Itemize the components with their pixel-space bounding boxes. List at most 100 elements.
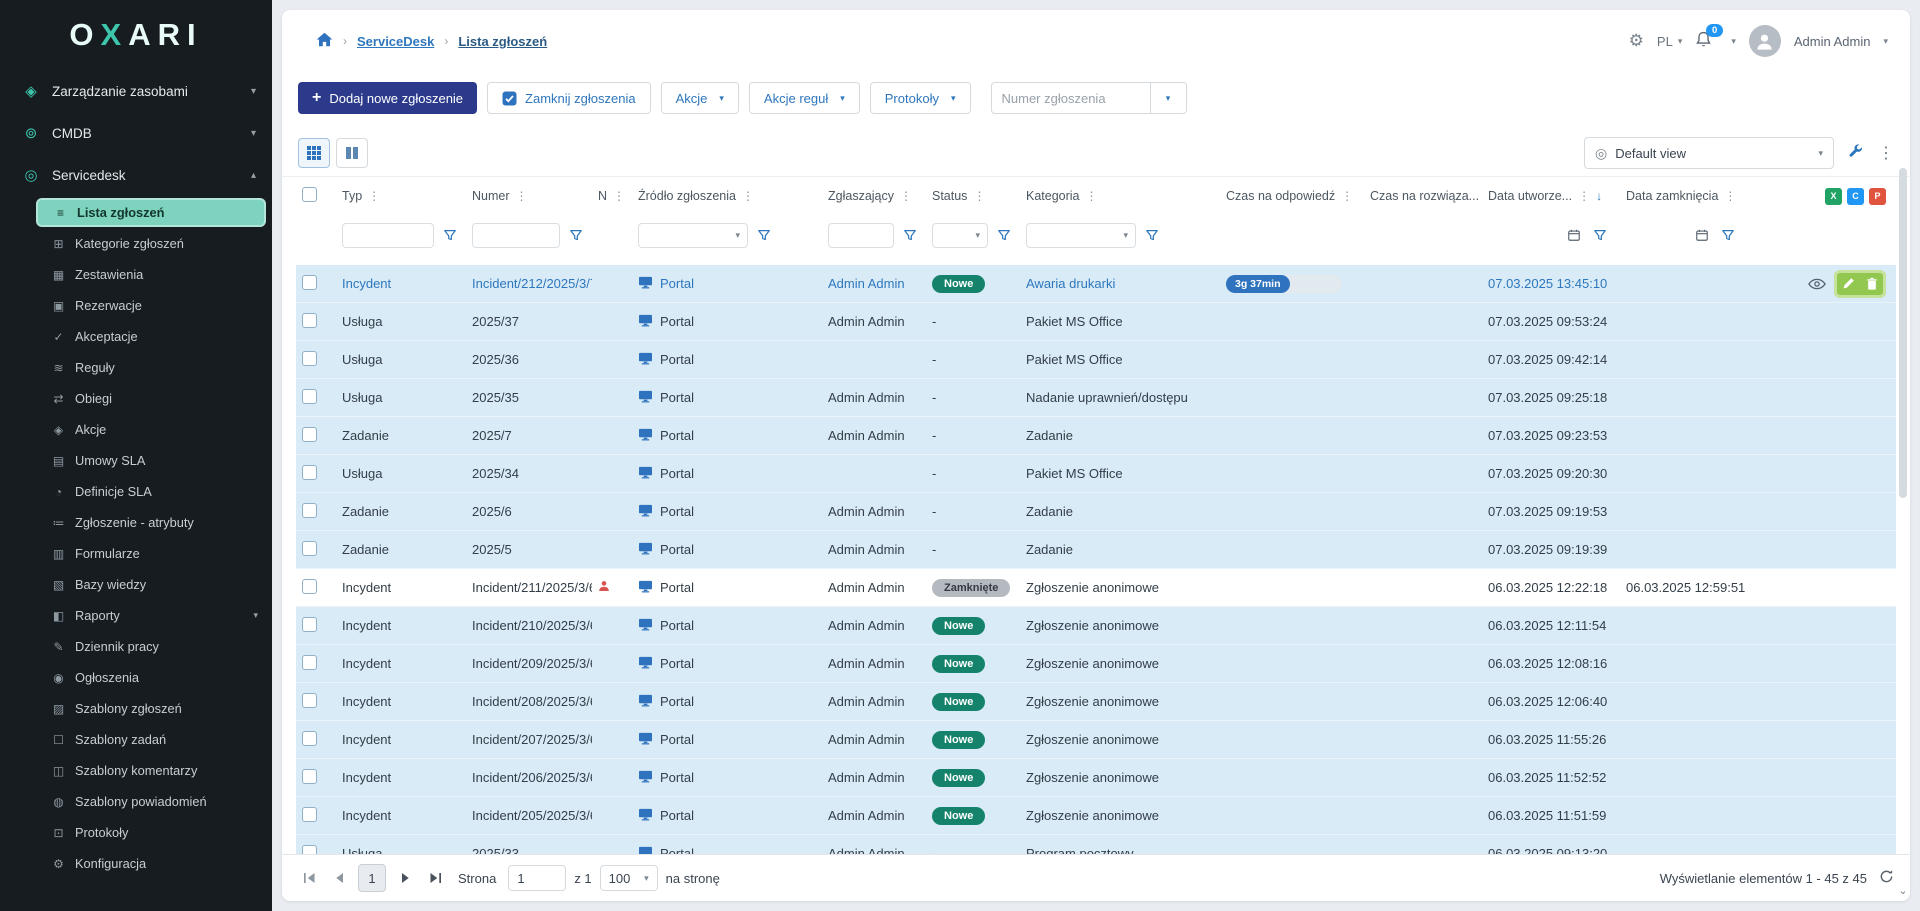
ticket-number-cell[interactable]: 2025/33 — [472, 846, 519, 854]
ticket-number-cell[interactable]: 2025/35 — [472, 390, 519, 405]
preview-eye-icon[interactable] — [1808, 278, 1826, 290]
column-header-data-zamkniecia[interactable]: Data zamknięcia — [1626, 189, 1718, 203]
ticket-number-cell[interactable]: 2025/5 — [472, 542, 512, 557]
sort-desc-icon[interactable]: ↓ — [1596, 189, 1602, 203]
ticket-number-cell[interactable]: Incident/212/2025/3/7 — [472, 276, 592, 291]
row-checkbox[interactable] — [302, 693, 317, 708]
ticket-type-cell[interactable]: Usługa — [342, 466, 382, 481]
calendar-filter-button[interactable] — [1564, 228, 1584, 242]
column-header-data-utworzenia[interactable]: Data utworze... — [1488, 189, 1572, 203]
ticket-type-cell[interactable]: Usługa — [342, 390, 382, 405]
ticket-number-cell[interactable]: 2025/34 — [472, 466, 519, 481]
delete-button[interactable] — [1860, 273, 1883, 295]
sidebar-subitem[interactable]: ✎ Dziennik pracy — [36, 632, 266, 661]
row-checkbox[interactable] — [302, 427, 317, 442]
vertical-scrollbar[interactable]: ⌄ — [1898, 168, 1908, 897]
protocols-dropdown[interactable]: Protokoły ▾ — [870, 82, 971, 114]
sidebar-subitem[interactable]: ≔ Zgłoszenie - atrybuty — [36, 508, 266, 537]
ticket-type-cell[interactable]: Incydent — [342, 732, 391, 747]
ticket-number-cell[interactable]: Incident/211/2025/3/6 — [472, 580, 592, 595]
column-menu-icon[interactable]: ⋮ — [1086, 189, 1098, 203]
table-row[interactable]: Zadanie 2025/6 Portal Admin Admin - Zada… — [296, 493, 1896, 531]
row-checkbox[interactable] — [302, 655, 317, 670]
column-header-zglaszajacy[interactable]: Zgłaszający — [828, 189, 894, 203]
column-header-n[interactable]: N — [598, 189, 607, 203]
last-page-button[interactable] — [424, 867, 446, 889]
filter-category-select[interactable]: ▾ — [1026, 223, 1136, 248]
ticket-type-cell[interactable]: Incydent — [342, 276, 391, 291]
ticket-type-cell[interactable]: Usługa — [342, 314, 382, 329]
sidebar-subitem[interactable]: ◧ Raporty ▾ — [36, 601, 266, 630]
row-checkbox[interactable] — [302, 731, 317, 746]
ticket-type-cell[interactable]: Incydent — [342, 580, 391, 595]
sidebar-item-servicedesk[interactable]: ◎ Servicedesk ▴ — [0, 154, 272, 196]
view-settings-wrench-button[interactable] — [1848, 143, 1864, 164]
ticket-number-cell[interactable]: Incident/205/2025/3/6 — [472, 808, 592, 823]
column-menu-icon[interactable]: ⋮ — [368, 189, 380, 203]
ticket-type-cell[interactable]: Usługa — [342, 352, 382, 367]
table-row[interactable]: Incydent Incident/209/2025/3/6 Portal Ad… — [296, 645, 1896, 683]
row-checkbox[interactable] — [302, 807, 317, 822]
sidebar-subitem[interactable]: ▤ Umowy SLA — [36, 446, 266, 475]
language-selector[interactable]: PL▾ — [1657, 34, 1682, 49]
table-row[interactable]: Usługa 2025/34 Portal - Pakiet MS Office… — [296, 455, 1896, 493]
row-checkbox[interactable] — [302, 845, 317, 855]
table-row[interactable]: Incydent Incident/206/2025/3/6 Portal Ad… — [296, 759, 1896, 797]
sidebar-subitem[interactable]: ▦ Zestawienia — [36, 260, 266, 289]
row-checkbox[interactable] — [302, 503, 317, 518]
ticket-type-cell[interactable]: Zadanie — [342, 504, 389, 519]
sidebar-subitem[interactable]: ◈ Akcje — [36, 415, 266, 444]
close-tickets-button[interactable]: Zamknij zgłoszenia — [487, 82, 651, 114]
column-header-numer[interactable]: Numer — [472, 189, 510, 203]
filter-funnel-button[interactable] — [754, 228, 774, 242]
sidebar-subitem[interactable]: ▥ Formularze — [36, 539, 266, 568]
ticket-number-cell[interactable]: 2025/7 — [472, 428, 512, 443]
filter-numer-input[interactable] — [472, 223, 560, 248]
export-csv-icon[interactable]: C — [1847, 188, 1864, 205]
ticket-number-cell[interactable]: 2025/36 — [472, 352, 519, 367]
column-header-kategoria[interactable]: Kategoria — [1026, 189, 1080, 203]
sidebar-subitem[interactable]: ▧ Bazy wiedzy — [36, 570, 266, 599]
select-all-checkbox[interactable] — [302, 187, 317, 202]
user-menu[interactable]: Admin Admin — [1794, 34, 1871, 49]
first-page-button[interactable] — [298, 867, 320, 889]
refresh-button[interactable] — [1879, 869, 1894, 887]
sidebar-subitem[interactable]: ✓ Akceptacje — [36, 322, 266, 351]
sidebar-subitem[interactable]: ⚙ Konfiguracja — [36, 849, 266, 878]
sidebar-subitem[interactable]: ⇄ Obiegi — [36, 384, 266, 413]
sidebar-subitem[interactable]: ☐ Szablony zadań — [36, 725, 266, 754]
table-row[interactable]: Usługa 2025/36 Portal - Pakiet MS Office… — [296, 341, 1896, 379]
column-menu-icon[interactable]: ⋮ — [742, 189, 754, 203]
view-menu-kebab-icon[interactable]: ⋮ — [1878, 143, 1894, 163]
column-menu-icon[interactable]: ⋮ — [973, 189, 985, 203]
column-header-czas-odpowiedz[interactable]: Czas na odpowiedź — [1226, 189, 1335, 203]
avatar[interactable] — [1749, 25, 1781, 57]
breadcrumb-lista-zgloszen[interactable]: Lista zgłoszeń — [458, 34, 547, 49]
chevron-down-icon[interactable]: ▾ — [1731, 36, 1736, 47]
sidebar-subitem[interactable]: ◔ Definicje SLA — [36, 477, 266, 506]
ticket-type-cell[interactable]: Incydent — [342, 770, 391, 785]
current-page-button[interactable]: 1 — [358, 864, 386, 892]
column-menu-icon[interactable]: ⋮ — [613, 189, 625, 203]
filter-source-select[interactable]: ▾ — [638, 223, 748, 248]
export-excel-icon[interactable]: X — [1825, 188, 1842, 205]
ticket-number-cell[interactable]: 2025/6 — [472, 504, 512, 519]
sidebar-subitem[interactable]: ▨ Szablony zgłoszeń — [36, 694, 266, 723]
table-row[interactable]: Incydent Incident/211/2025/3/6 Portal Ad… — [296, 569, 1896, 607]
table-row[interactable]: Zadanie 2025/7 Portal Admin Admin - Zada… — [296, 417, 1896, 455]
filter-funnel-button[interactable] — [566, 228, 586, 242]
edit-button[interactable] — [1837, 273, 1860, 295]
ticket-type-cell[interactable]: Incydent — [342, 656, 391, 671]
ticket-number-cell[interactable]: Incident/207/2025/3/6 — [472, 732, 592, 747]
rule-actions-dropdown[interactable]: Akcje reguł ▾ — [749, 82, 860, 114]
sidebar-subitem[interactable]: ◍ Szablony powiadomień — [36, 787, 266, 816]
column-header-czas-rozwiazania[interactable]: Czas na rozwiąza... — [1370, 189, 1479, 203]
filter-reporter-input[interactable] — [828, 223, 894, 248]
filter-typ-input[interactable] — [342, 223, 434, 248]
column-menu-icon[interactable]: ⋮ — [900, 189, 912, 203]
table-row[interactable]: Incydent Incident/212/2025/3/7 Portal Ad… — [296, 265, 1896, 303]
filter-funnel-button[interactable] — [994, 228, 1014, 242]
filter-status-select[interactable]: ▾ — [932, 223, 988, 248]
scroll-down-icon[interactable]: ⌄ — [1898, 884, 1907, 897]
ticket-number-input[interactable] — [991, 82, 1151, 114]
